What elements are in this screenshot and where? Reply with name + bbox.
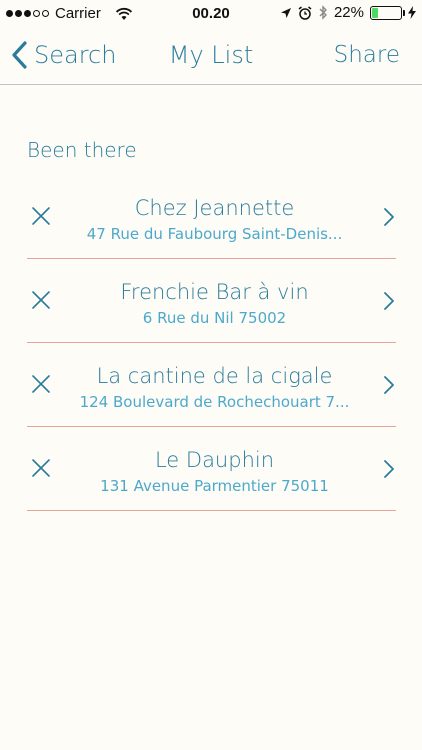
list-item-text: Le Dauphin 131 Avenue Parmentier 75011 xyxy=(63,447,366,497)
place-address: 47 Rue du Faubourg Saint-Denis... xyxy=(86,225,343,243)
battery-percent: 22% xyxy=(333,4,364,21)
close-icon xyxy=(32,375,50,393)
chevron-right-icon[interactable] xyxy=(382,374,396,396)
charging-icon xyxy=(408,6,416,19)
status-bar: Carrier 00.20 22% xyxy=(0,0,422,28)
nav-bar: Search My List Share xyxy=(0,28,422,85)
list-item-text: La cantine de la cigale 124 Boulevard de… xyxy=(63,363,366,413)
place-address: 124 Boulevard de Rochechouart 7... xyxy=(79,393,350,411)
status-right: 22% xyxy=(280,4,416,21)
list-item[interactable]: La cantine de la cigale 124 Boulevard de… xyxy=(27,343,396,427)
place-name: La cantine de la cigale xyxy=(96,364,333,388)
list-item[interactable]: Le Dauphin 131 Avenue Parmentier 75011 xyxy=(27,427,396,511)
place-name: Chez Jeannette xyxy=(134,196,295,220)
remove-button[interactable] xyxy=(30,457,52,479)
location-arrow-icon xyxy=(280,7,291,18)
list-item-text: Chez Jeannette 47 Rue du Faubourg Saint-… xyxy=(63,195,366,245)
place-name: Frenchie Bar à vin xyxy=(120,280,309,304)
list-item[interactable]: Frenchie Bar à vin 6 Rue du Nil 75002 xyxy=(27,259,396,343)
battery-icon xyxy=(370,5,405,20)
close-icon xyxy=(32,207,50,225)
chevron-right-icon[interactable] xyxy=(382,290,396,312)
list-item[interactable]: Chez Jeannette 47 Rue du Faubourg Saint-… xyxy=(27,175,396,259)
place-list: Chez Jeannette 47 Rue du Faubourg Saint-… xyxy=(27,175,396,511)
share-button[interactable]: Share xyxy=(334,42,400,68)
place-address: 131 Avenue Parmentier 75011 xyxy=(100,477,329,495)
remove-button[interactable] xyxy=(30,373,52,395)
bluetooth-icon xyxy=(319,5,327,20)
chevron-right-icon[interactable] xyxy=(382,458,396,480)
place-address: 6 Rue du Nil 75002 xyxy=(142,309,287,327)
remove-button[interactable] xyxy=(30,205,52,227)
close-icon xyxy=(32,291,50,309)
chevron-right-icon[interactable] xyxy=(382,206,396,228)
battery-fill xyxy=(372,7,379,18)
close-icon xyxy=(32,459,50,477)
remove-button[interactable] xyxy=(30,289,52,311)
place-name: Le Dauphin xyxy=(154,448,275,472)
list-item-text: Frenchie Bar à vin 6 Rue du Nil 75002 xyxy=(63,279,366,329)
section-title: Been there xyxy=(27,138,137,162)
alarm-icon xyxy=(298,5,312,20)
